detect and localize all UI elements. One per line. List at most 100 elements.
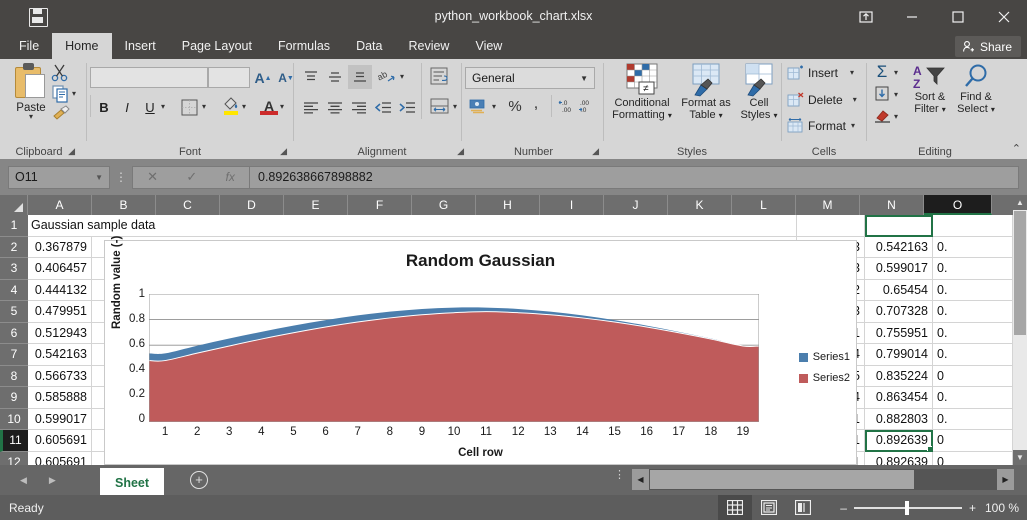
align-top-button[interactable] — [300, 67, 322, 87]
tab-page-layout[interactable]: Page Layout — [169, 33, 265, 59]
align-middle-button[interactable] — [324, 67, 346, 87]
column-header-d[interactable]: D — [220, 195, 284, 215]
fill-dropdown-icon[interactable]: ▾ — [894, 90, 898, 99]
font-name-input[interactable] — [90, 67, 208, 88]
cell-p7[interactable]: 0. — [933, 344, 1013, 366]
insert-dropdown-icon[interactable]: ▾ — [850, 68, 854, 77]
cell-n1[interactable] — [797, 215, 865, 237]
cell-o3[interactable]: 0.599017 — [865, 258, 933, 280]
cell-a3[interactable]: 0.406457 — [28, 258, 92, 280]
cell-o5[interactable]: 0.707328 — [865, 301, 933, 323]
scroll-right-icon[interactable]: ▶ — [997, 469, 1014, 490]
column-header-h[interactable]: H — [476, 195, 540, 215]
zoom-slider[interactable] — [853, 495, 962, 520]
horizontal-scrollbar[interactable]: ◀ ▶ — [632, 469, 1014, 490]
format-as-table-button[interactable]: Format as Table ▾ — [677, 63, 735, 122]
tab-insert[interactable]: Insert — [112, 33, 169, 59]
cell-o6[interactable]: 0.755951 — [865, 322, 933, 344]
sort-and-filter-button[interactable]: A Z Sort & Filter ▾ — [908, 63, 952, 116]
clear-dropdown-icon[interactable]: ▾ — [894, 112, 898, 121]
cell-p2[interactable]: 0. — [933, 236, 1013, 258]
row-header-9[interactable]: 9 — [0, 387, 28, 409]
column-header-n[interactable]: N — [860, 195, 924, 215]
row-header-11[interactable]: 11 — [0, 430, 28, 452]
collapse-ribbon-button[interactable]: ⌃ — [1012, 142, 1021, 155]
font-size-input[interactable] — [208, 67, 250, 88]
accounting-dropdown-icon[interactable]: ▾ — [492, 102, 496, 111]
row-header-8[interactable]: 8 — [0, 365, 28, 387]
borders-dropdown-icon[interactable]: ▾ — [202, 102, 206, 111]
merge-dropdown-icon[interactable]: ▾ — [453, 102, 457, 111]
autosum-button[interactable]: Σ — [872, 62, 892, 82]
column-header-c[interactable]: C — [156, 195, 220, 215]
bold-button[interactable]: B — [94, 97, 114, 117]
cell-a6[interactable]: 0.512943 — [28, 322, 92, 344]
cell-a5[interactable]: 0.479951 — [28, 301, 92, 323]
ribbon-display-options-icon[interactable] — [843, 0, 889, 33]
vertical-scrollbar[interactable]: ▲ ▼ — [1013, 195, 1027, 465]
select-all-corner[interactable] — [0, 195, 28, 215]
chart-object[interactable]: Random Gaussian Random value (-) Cell ro… — [104, 236, 857, 465]
align-center-button[interactable] — [324, 97, 346, 117]
tab-formulas[interactable]: Formulas — [265, 33, 343, 59]
cell-o1[interactable] — [865, 215, 933, 237]
clear-button[interactable] — [872, 107, 892, 125]
row-header-4[interactable]: 4 — [0, 279, 28, 301]
vertical-scroll-thumb[interactable] — [1014, 211, 1026, 335]
align-bottom-button[interactable] — [348, 65, 372, 89]
maximize-icon[interactable] — [935, 0, 981, 33]
orientation-dropdown-icon[interactable]: ▾ — [400, 72, 404, 81]
decrease-indent-button[interactable] — [372, 97, 394, 117]
column-header-m[interactable]: M — [796, 195, 860, 215]
cell-o7[interactable]: 0.799014 — [865, 344, 933, 366]
selected-cell-o11[interactable]: 0.892639 — [865, 430, 933, 452]
increase-decimal-button[interactable]: .0.00 — [557, 95, 577, 117]
insert-function-icon[interactable]: fx — [226, 170, 235, 184]
formula-input[interactable]: 0.892638667898882 — [250, 165, 1019, 189]
align-left-button[interactable] — [300, 97, 322, 117]
share-button[interactable]: Share — [954, 36, 1021, 57]
format-painter-button[interactable] — [52, 105, 72, 126]
next-sheet-icon[interactable]: ▶ — [49, 475, 56, 486]
wrap-text-button[interactable] — [427, 65, 451, 87]
scroll-left-icon[interactable]: ◀ — [632, 469, 649, 490]
conditional-formatting-button[interactable]: ≠ Conditional Formatting ▾ — [607, 63, 677, 122]
column-header-b[interactable]: B — [92, 195, 156, 215]
cell-a11[interactable]: 0.605691 — [28, 430, 92, 452]
sheet-tab-sheet[interactable]: Sheet — [100, 468, 165, 495]
tab-data[interactable]: Data — [343, 33, 395, 59]
alignment-dialog-launcher[interactable]: ◢ — [457, 146, 464, 157]
cell-p11[interactable]: 0 — [933, 430, 1013, 452]
page-break-view-icon[interactable] — [786, 495, 820, 520]
column-header-i[interactable]: I — [540, 195, 604, 215]
row-header-1[interactable]: 1 — [0, 215, 28, 237]
decrease-decimal-button[interactable]: .00.0 — [577, 95, 597, 117]
tab-home[interactable]: Home — [52, 33, 112, 59]
accounting-format-button[interactable] — [467, 95, 491, 117]
enter-check-icon[interactable]: ✓ — [186, 169, 197, 185]
merge-and-center-button[interactable] — [427, 95, 451, 117]
horizontal-scroll-thumb[interactable] — [650, 470, 914, 489]
zoom-out-button[interactable]: – — [840, 501, 847, 515]
fill-color-button[interactable] — [220, 95, 242, 117]
column-header-e[interactable]: E — [284, 195, 348, 215]
comma-style-button[interactable]: , — [527, 93, 545, 115]
cell-a7[interactable]: 0.542163 — [28, 344, 92, 366]
row-header-3[interactable]: 3 — [0, 258, 28, 280]
cancel-icon[interactable]: ✕ — [147, 169, 158, 185]
cell-p8[interactable]: 0 — [933, 365, 1013, 387]
underline-dropdown-icon[interactable]: ▾ — [161, 102, 165, 111]
cell-a12[interactable]: 0.605691 — [28, 451, 92, 465]
cell-p9[interactable]: 0. — [933, 387, 1013, 409]
chevron-down-icon[interactable]: ▾ — [8, 113, 54, 121]
scroll-up-icon[interactable]: ▲ — [1013, 195, 1027, 210]
font-color-dropdown-icon[interactable]: ▾ — [280, 102, 284, 111]
cell-o8[interactable]: 0.835224 — [865, 365, 933, 387]
save-icon[interactable] — [28, 8, 48, 27]
row-header-2[interactable]: 2 — [0, 236, 28, 258]
cell-a4[interactable]: 0.444132 — [28, 279, 92, 301]
cell-o2[interactable]: 0.542163 — [865, 236, 933, 258]
close-icon[interactable] — [981, 0, 1027, 33]
delete-cells-button[interactable]: Delete ▾ — [787, 92, 857, 107]
previous-sheet-icon[interactable]: ◀ — [20, 475, 27, 486]
